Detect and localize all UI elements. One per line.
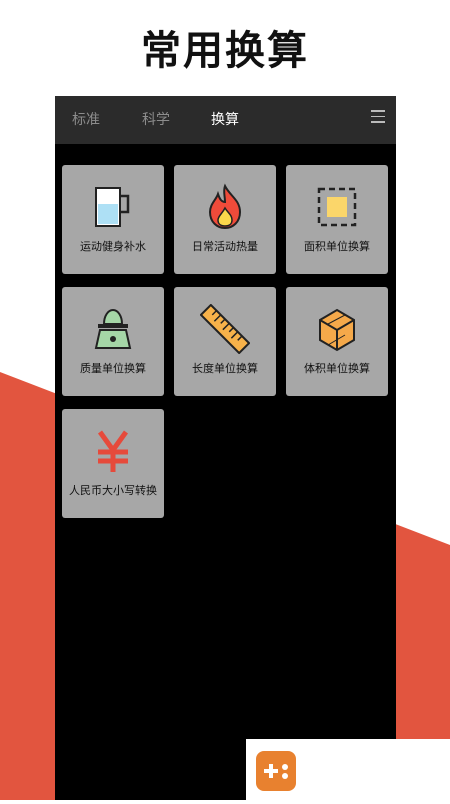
tile-label: 人民币大小写转换 [69, 484, 157, 497]
area-square-icon [317, 187, 357, 227]
ruler-icon [200, 304, 250, 354]
tile-rmb-uppercase[interactable]: 人民币大小写转换 [62, 409, 164, 518]
watermark-logo [246, 739, 450, 800]
tile-volume[interactable]: 体积单位换算 [286, 287, 388, 396]
tab-conversion[interactable]: 换算 [211, 109, 239, 129]
tile-length[interactable]: 长度单位换算 [174, 287, 276, 396]
tab-standard[interactable]: 标准 [72, 109, 100, 129]
tile-label: 日常活动热量 [192, 240, 258, 253]
cup-icon [95, 187, 130, 227]
tile-label: 质量单位换算 [80, 362, 146, 375]
menu-icon[interactable] [371, 110, 385, 124]
tile-hydration[interactable]: 运动健身补水 [62, 165, 164, 274]
tab-bar: 标准 科学 换算 [55, 96, 396, 144]
yuan-icon [97, 430, 129, 472]
tile-label: 面积单位换算 [304, 240, 370, 253]
tile-area[interactable]: 面积单位换算 [286, 165, 388, 274]
page-headline: 常用换算 [141, 28, 309, 74]
tile-calories[interactable]: 日常活动热量 [174, 165, 276, 274]
tile-label: 运动健身补水 [80, 240, 146, 253]
flame-icon [208, 183, 242, 230]
scale-weight-icon [94, 308, 132, 349]
phone-screen: 标准 科学 换算 运动健身补水 日常活动热量 面积单位换算 质量单位换算 长度单… [55, 96, 396, 800]
tile-label: 长度单位换算 [192, 362, 258, 375]
cube-icon [319, 308, 355, 352]
tile-mass[interactable]: 质量单位换算 [62, 287, 164, 396]
tab-scientific[interactable]: 科学 [142, 109, 170, 129]
tile-label: 体积单位换算 [304, 362, 370, 375]
